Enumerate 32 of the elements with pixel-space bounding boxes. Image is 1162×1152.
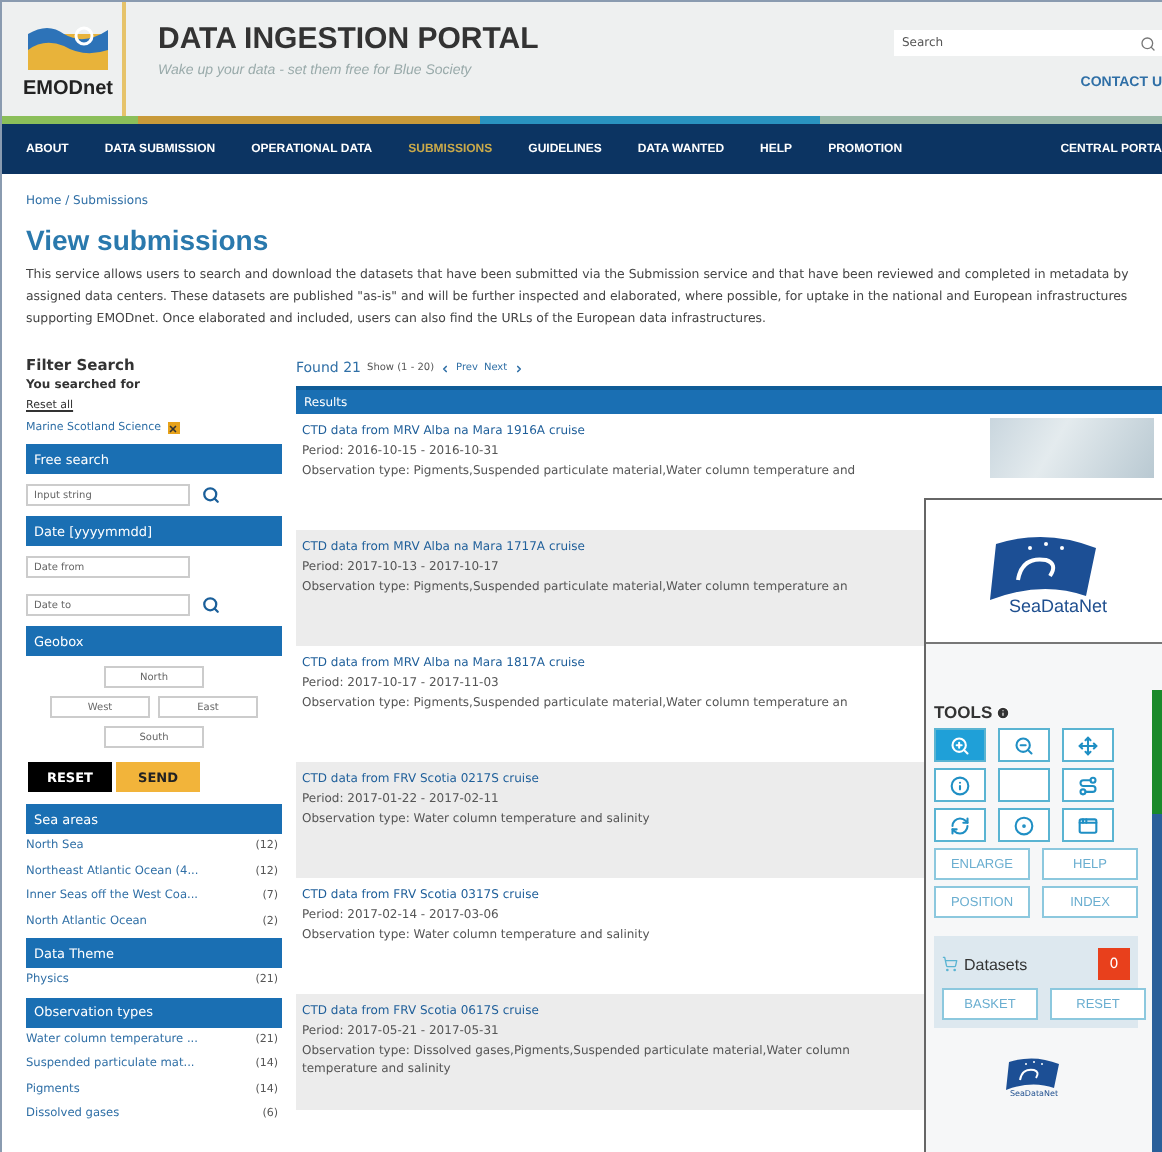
search-icon[interactable] bbox=[202, 596, 220, 614]
window-icon bbox=[1078, 815, 1098, 835]
tool-button[interactable] bbox=[934, 728, 986, 762]
refresh-icon bbox=[950, 815, 970, 835]
tools-title: TOOLS bbox=[934, 702, 993, 722]
logo-text: EMODnet bbox=[23, 78, 113, 100]
datasets-label: Datasets bbox=[964, 955, 1030, 973]
tool-button[interactable] bbox=[1062, 808, 1114, 842]
page-title: View submissions bbox=[26, 224, 271, 256]
route-icon bbox=[1078, 775, 1098, 795]
tool-button[interactable] bbox=[998, 768, 1050, 802]
info-icon bbox=[950, 775, 970, 795]
tool-button[interactable] bbox=[998, 808, 1050, 842]
tool-button[interactable] bbox=[1062, 728, 1114, 762]
chevron-left-icon[interactable] bbox=[440, 363, 451, 373]
move-icon bbox=[1078, 735, 1098, 755]
cart-icon bbox=[942, 956, 958, 972]
tool-button[interactable] bbox=[934, 808, 986, 842]
tool-button[interactable] bbox=[998, 728, 1050, 762]
search-icon[interactable] bbox=[1140, 35, 1156, 51]
tool-button[interactable] bbox=[1062, 768, 1114, 802]
logo-text: SeaDataNet bbox=[1008, 595, 1107, 615]
site-title: DATA INGESTION PORTAL bbox=[158, 22, 541, 56]
circle-icon bbox=[1014, 815, 1034, 835]
zoom-out-icon bbox=[1014, 735, 1034, 755]
zoom-in-icon bbox=[950, 735, 970, 755]
remove-icon[interactable] bbox=[167, 422, 180, 434]
info-icon[interactable] bbox=[996, 705, 1011, 719]
search-icon[interactable] bbox=[202, 486, 220, 504]
flag-logo-icon bbox=[1004, 1054, 1064, 1094]
chevron-right-icon[interactable] bbox=[513, 363, 524, 373]
tool-button[interactable] bbox=[934, 768, 986, 802]
